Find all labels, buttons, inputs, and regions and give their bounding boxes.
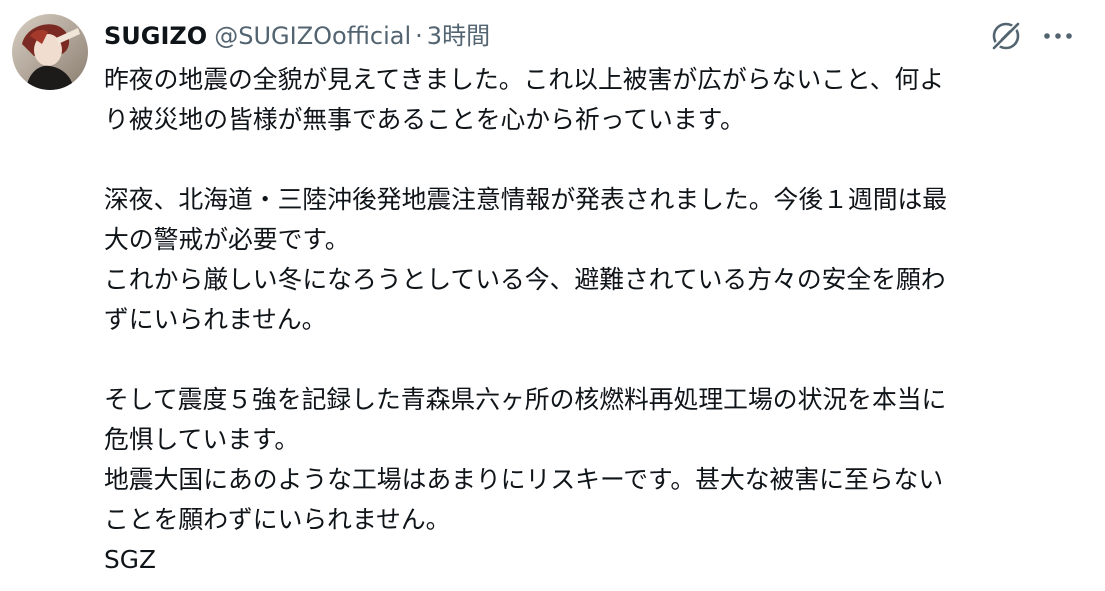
display-name[interactable]: SUGIZO xyxy=(104,18,207,54)
tweet-line: これから厳しい冬になろうとしている今、避難されている方々の安全を願わ xyxy=(104,265,946,294)
tweet-line: 深夜、北海道・三陸沖後発地震注意情報が発表されました。今後１週間は最 xyxy=(104,185,948,214)
tweet-text: 昨夜の地震の全貌が見えてきました。これ以上被害が広がらないこと、何よ り被災地の… xyxy=(104,60,1064,580)
tweet-signature: SGZ xyxy=(104,545,156,574)
tweet-line: 危惧しています。 xyxy=(104,425,300,454)
timestamp[interactable]: 3時間 xyxy=(427,18,490,54)
tweet-line: 地震大国にあのような工場はあまりにリスキーです。甚大な被害に至らない xyxy=(104,465,944,494)
tweet-line: ことを願わずにいられません。 xyxy=(104,505,451,534)
tweet-blank-line xyxy=(104,140,1064,180)
more-dots-icon[interactable] xyxy=(1036,18,1080,54)
tweet: SUGIZO @SUGIZOofficial · 3時間 昨夜の地震の全貌が見え… xyxy=(0,0,1105,591)
tweet-line: ずにいられません。 xyxy=(104,305,327,334)
user-avatar[interactable] xyxy=(12,14,88,90)
user-handle[interactable]: @SUGIZOofficial xyxy=(214,18,411,54)
avatar-image xyxy=(12,14,88,90)
tweet-blank-line xyxy=(104,340,1064,380)
tweet-header: SUGIZO @SUGIZOofficial · 3時間 xyxy=(104,18,490,54)
tweet-line: 大の警戒が必要です。 xyxy=(104,225,350,254)
separator-dot: · xyxy=(415,22,423,50)
grok-icon[interactable] xyxy=(988,18,1024,54)
tweet-line: 昨夜の地震の全貌が見えてきました。これ以上被害が広がらないこと、何よ xyxy=(104,65,945,94)
tweet-line: そして震度５強を記録した青森県六ヶ所の核燃料再処理工場の状況を本当に xyxy=(104,385,947,414)
tweet-line: り被災地の皆様が無事であることを心から祈っています。 xyxy=(104,105,745,134)
